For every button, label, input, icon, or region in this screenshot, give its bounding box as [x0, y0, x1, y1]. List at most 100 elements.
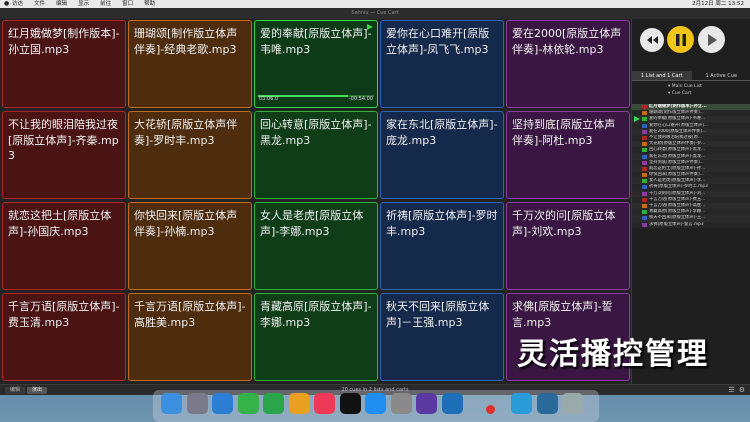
photos-icon[interactable]: [288, 393, 310, 414]
cue-color-swatch: [642, 222, 647, 227]
cue-tile-label: 千言万语[原版立体声]-高胜美.mp3: [134, 300, 246, 329]
apple-menu-icon[interactable]: ●: [4, 0, 12, 8]
window-title: Sahniu — Cue Cart: [0, 8, 750, 19]
cue-color-swatch: [642, 111, 647, 116]
cue-tile[interactable]: 千言万语[原版立体声]-高胜美.mp3: [128, 293, 252, 381]
cue-color-swatch: [642, 210, 647, 215]
cue-tile-label: 家在东北[原版立体声]-庞龙.mp3: [386, 118, 498, 147]
cue-tile-label: 爱在2000[原版立体声伴奏]-林依轮.mp3: [512, 27, 622, 56]
cue-color-swatch: [642, 142, 647, 147]
menu-help[interactable]: 帮助: [144, 0, 155, 8]
cue-list-row-label: 回心转意[原版立体声]-黑龙...: [649, 147, 706, 153]
cue-list-row-label: 就恋这把土[原版立体声]-孙...: [649, 165, 706, 171]
cue-list-row-label: 千言万语[原版立体声]-费玉...: [649, 196, 706, 202]
cue-tile[interactable]: 坚持到底[原版立体声伴奏]-阿杜.mp3: [506, 111, 630, 199]
cue-list-row-label: 青藏高原[原版立体声]-李娜...: [649, 209, 706, 215]
cue-color-swatch: [642, 191, 647, 196]
cue-tile-label: 回心转意[原版立体声]-黑龙.mp3: [260, 118, 372, 147]
cue-tile-label: 大花轿[原版立体声伴奏]-罗时丰.mp3: [134, 118, 238, 147]
tree-cue-cart-label: Cue Cart: [671, 91, 692, 96]
system-preferences-icon[interactable]: [390, 393, 412, 414]
cue-tile[interactable]: 爱你在心口难开[原版立体声]-凤飞飞.mp3: [380, 20, 504, 108]
cue-tile[interactable]: 你快回来[原版立体声伴奏]-孙楠.mp3: [128, 202, 252, 290]
cue-tile[interactable]: 大花轿[原版立体声伴奏]-罗时丰.mp3: [128, 111, 252, 199]
cue-list-row[interactable]: 求佛[原版立体声]-誓言.mp3: [632, 221, 750, 228]
cue-tile[interactable]: 红月娥做梦[制作版本]-孙立国.mp3: [2, 20, 126, 108]
cue-tile-label: 青藏高原[原版立体声]-李娜.mp3: [260, 300, 372, 329]
cue-tile[interactable]: 珊瑚颂[制作版立体声伴奏]-经典老歌.mp3: [128, 20, 252, 108]
cue-color-swatch: [642, 135, 647, 140]
cue-list: 红月娥做梦[制作版本]-孙立... 珊瑚颂[制作版立体声伴奏]... 爱的奉献[原版…: [632, 104, 750, 228]
cue-list-row-label: 珊瑚颂[制作版立体声伴奏]...: [649, 110, 704, 116]
play-button[interactable]: [698, 26, 725, 53]
downloads-icon[interactable]: [536, 393, 558, 414]
cue-tile[interactable]: 千万次的问[原版立体声]-刘欢.mp3: [506, 202, 630, 290]
cue-tile[interactable]: 女人是老虎[原版立体声]-李娜.mp3: [254, 202, 378, 290]
previous-button[interactable]: [640, 28, 664, 52]
settings-gear-icon[interactable]: ⚙: [739, 386, 745, 394]
pause-button[interactable]: [667, 26, 694, 53]
remaining-time: -00:54.00: [348, 96, 373, 102]
qlab-icon[interactable]: [416, 393, 437, 414]
cue-tile[interactable]: 回心转意[原版立体声]-黑龙.mp3: [254, 111, 378, 199]
cue-list-row-label: 千万次的问[原版立体声]-刘...: [649, 190, 706, 196]
cue-tile-label: 珊瑚颂[制作版立体声伴奏]-经典老歌.mp3: [134, 27, 238, 56]
cue-tile[interactable]: 青藏高原[原版立体声]-李娜.mp3: [254, 293, 378, 381]
tab-active-cues[interactable]: 1 Active Cue: [691, 71, 750, 81]
cue-list-row-label: 不让我的眼泪陪我过夜[原...: [649, 134, 703, 140]
menu-view[interactable]: 显示: [78, 0, 89, 8]
facetime-icon[interactable]: [263, 393, 284, 414]
menu-edit[interactable]: 编辑: [56, 0, 67, 8]
cue-color-swatch: [642, 154, 647, 159]
list-view-icon[interactable]: ☰: [728, 386, 734, 394]
cue-tile-label: 你快回来[原版立体声伴奏]-孙楠.mp3: [134, 209, 238, 238]
cue-tile[interactable]: 家在东北[原版立体声]-庞龙.mp3: [380, 111, 504, 199]
cue-list-row-label: 爱在2000[原版立体声伴奏]...: [649, 128, 707, 134]
elapsed-time: 03:06.0: [259, 96, 279, 102]
app-store-icon[interactable]: [365, 393, 386, 414]
menubar-clock[interactable]: 2月12日 周二 13:52: [692, 0, 744, 8]
launchpad-icon[interactable]: [186, 393, 208, 414]
music-icon[interactable]: [314, 393, 335, 414]
cue-list-row-label: 你快回来[原版立体声伴奏]...: [649, 172, 704, 178]
playing-icon: [367, 24, 373, 30]
safari-icon[interactable]: [212, 393, 233, 414]
cue-list-row-label: 秋天不回来[原版立体声]-王...: [649, 215, 706, 221]
cue-tile-label: 千言万语[原版立体声]-费玉清.mp3: [8, 300, 120, 329]
mosaic-icon[interactable]: [441, 393, 463, 414]
cue-list-row-label: 坚持到底[原版立体声伴奏]...: [649, 159, 704, 165]
trash-icon[interactable]: [562, 393, 583, 414]
cue-color-swatch: [642, 216, 647, 221]
folder-icon[interactable]: [511, 393, 532, 414]
dock: [153, 390, 599, 422]
finder-icon[interactable]: [161, 393, 182, 414]
cue-tile[interactable]: 爱的奉献[原版立体声]-韦唯.mp3 03:06.0 -00:54.00: [254, 20, 378, 108]
cue-tile-label: 千万次的问[原版立体声]-刘欢.mp3: [512, 209, 616, 238]
menu-go[interactable]: 前往: [100, 0, 111, 8]
cue-tile[interactable]: 千言万语[原版立体声]-费玉清.mp3: [2, 293, 126, 381]
tv-icon[interactable]: [339, 393, 361, 414]
cue-tile-label: 就恋这把土[原版立体声]-孙国庆.mp3: [8, 209, 112, 238]
tab-lists-and-carts[interactable]: 1 List and 1 Cart: [632, 71, 692, 81]
cue-tile[interactable]: 不让我的眼泪陪我过夜[原版立体声]-齐秦.mp3: [2, 111, 126, 199]
cue-tile-label: 爱的奉献[原版立体声]-韦唯.mp3: [260, 27, 372, 56]
cue-tile-label: 女人是老虎[原版立体声]-李娜.mp3: [260, 209, 364, 238]
cue-tile-label: 祈祷[原版立体声]-罗时丰.mp3: [386, 209, 498, 238]
cue-tile[interactable]: 就恋这把土[原版立体声]-孙国庆.mp3: [2, 202, 126, 290]
cue-tile[interactable]: 秋天不回来[原版立体声]－王强.mp3: [380, 293, 504, 381]
menu-window[interactable]: 窗口: [122, 0, 133, 8]
menu-file[interactable]: 文件: [34, 0, 45, 8]
cue-tile[interactable]: 祈祷[原版立体声]-罗时丰.mp3: [380, 202, 504, 290]
cue-tile-label: 爱你在心口难开[原版立体声]-凤飞飞.mp3: [386, 27, 490, 56]
overlay-caption: 灵活播控管理: [517, 337, 709, 372]
cue-color-swatch: [642, 105, 647, 109]
cue-color-swatch: [642, 160, 647, 165]
panel-tabs: 1 List and 1 Cart 1 Active Cue: [632, 71, 750, 81]
cue-tile[interactable]: 爱在2000[原版立体声伴奏]-林依轮.mp3: [506, 20, 630, 108]
tree-cue-cart[interactable]: ▾ Cue Cart: [632, 90, 750, 97]
cue-color-swatch: [642, 179, 647, 184]
menu-finder[interactable]: 访达: [12, 0, 23, 8]
cue-color-swatch: [642, 129, 647, 134]
messages-icon[interactable]: [237, 393, 259, 414]
tree-main-cue-list[interactable]: ▾ Main Cue List: [632, 83, 750, 90]
